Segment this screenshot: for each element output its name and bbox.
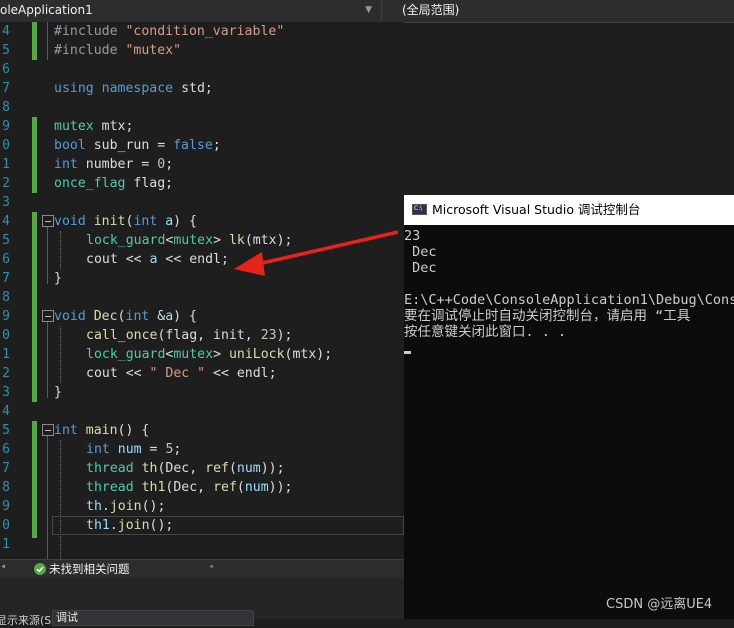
line-number: 7: [2, 271, 10, 286]
code-line: mutex mtx;: [54, 119, 134, 134]
collapse-icon[interactable]: [42, 215, 54, 227]
code-line: lock_guard<mutex> uniLock(mtx);: [86, 347, 333, 362]
outline-guide: [47, 22, 48, 60]
scope-dropdown[interactable]: (全局范围): [381, 0, 734, 21]
code-line: void Dec(int &a) {: [54, 309, 197, 324]
code-line: using namespace std;: [54, 81, 213, 96]
code-line: }: [54, 385, 62, 400]
navigation-bar: oleApplication1 ▼ (全局范围): [0, 0, 734, 23]
code-line: call_once(flag, init, 23);: [86, 328, 293, 343]
outline-guide: [47, 322, 48, 398]
line-number: 5: [2, 233, 10, 248]
change-bar: [32, 117, 37, 193]
line-number: 8: [2, 290, 10, 305]
change-bar: [32, 421, 37, 538]
code-line: }: [54, 271, 62, 286]
indent-guide: [60, 231, 61, 269]
change-bar: [32, 212, 37, 307]
debug-console-window[interactable]: C:\ Microsoft Visual Studio 调试控制台 23 Dec…: [404, 195, 734, 619]
code-line: bool sub_run = false;: [54, 138, 221, 153]
line-number: 6: [2, 442, 10, 457]
code-line: thread th1(Dec, ref(num));: [86, 480, 293, 495]
console-cursor: [404, 351, 411, 354]
outline-guide: [47, 436, 48, 559]
code-line: void init(int a) {: [54, 214, 197, 229]
line-number: 9: [2, 119, 10, 134]
project-dropdown-label: oleApplication1: [0, 3, 93, 17]
chevron-down-icon: ▼: [365, 5, 372, 15]
scope-dropdown-label: (全局范围): [402, 3, 460, 17]
line-number: 6: [2, 62, 10, 77]
console-title: Microsoft Visual Studio 调试控制台: [432, 202, 641, 217]
line-number: 0: [2, 328, 10, 343]
project-dropdown[interactable]: oleApplication1 ▼: [0, 0, 378, 21]
outline-guide: [47, 227, 48, 284]
console-output-line: 按任意键关闭此窗口. . .: [404, 324, 567, 340]
line-number: 1: [2, 537, 10, 552]
console-title-bar[interactable]: C:\ Microsoft Visual Studio 调试控制台: [404, 195, 734, 225]
line-number: 0: [2, 518, 10, 533]
code-editor[interactable]: 4 5 6 7 8 9 0 1 2 3 4 5 6 7 8 9 0 1 2 3 4 5 6 7 8 9 0 1 #include "c…: [0, 22, 404, 559]
line-number: 7: [2, 81, 10, 96]
code-line: int main() {: [54, 423, 150, 438]
code-line: #include "mutex": [54, 43, 182, 58]
line-number: 9: [2, 499, 10, 514]
console-output-line: Dec: [404, 244, 437, 260]
source-label: 显示来源(S):: [0, 614, 60, 627]
code-line: th1.join();: [86, 518, 174, 533]
console-output-line: 23: [404, 228, 421, 244]
change-bar: [32, 22, 37, 60]
line-number: 2: [2, 176, 10, 191]
scroll-left-icon[interactable]: ◂: [208, 561, 214, 572]
code-line: int num = 5;: [86, 442, 182, 457]
line-number: 4: [2, 214, 10, 229]
issues-text: 未找到相关问题: [49, 562, 130, 576]
line-number: 0: [2, 138, 10, 153]
change-bar: [32, 307, 37, 402]
source-dropdown-value: 调试: [56, 611, 78, 624]
console-output-line: E:\C++Code\ConsoleApplication1\Debug\Con…: [404, 292, 734, 308]
line-number: 3: [2, 195, 10, 210]
console-app-icon: C:\: [412, 204, 427, 215]
line-number: 5: [2, 43, 10, 58]
line-number: 1: [2, 157, 10, 172]
line-number: 4: [2, 404, 10, 419]
indent-guide: [60, 326, 61, 383]
output-pane: 显示来源(S): 调试: [0, 578, 404, 627]
watermark: CSDN @远离UE4: [606, 597, 713, 612]
status-bar: ◂ 未找到相关问题 ◂: [0, 559, 404, 579]
source-dropdown[interactable]: 调试: [52, 610, 254, 626]
code-line: int number = 0;: [54, 157, 174, 172]
line-number: 4: [2, 24, 10, 39]
line-number: 8: [2, 480, 10, 495]
scroll-left-icon[interactable]: ◂: [0, 561, 6, 572]
line-number: 9: [2, 309, 10, 324]
line-number: 5: [2, 423, 10, 438]
line-number: 1: [2, 347, 10, 362]
line-number: 8: [2, 100, 10, 115]
code-line: once_flag flag;: [54, 176, 174, 191]
line-number: 6: [2, 252, 10, 267]
code-line: thread th(Dec, ref(num));: [86, 461, 285, 476]
code-line: cout << a << endl;: [86, 252, 229, 267]
line-number: 3: [2, 385, 10, 400]
code-line: th.join();: [86, 499, 166, 514]
indent-guide: [60, 440, 61, 559]
line-number: 7: [2, 461, 10, 476]
code-line: lock_guard<mutex> lk(mtx);: [86, 233, 293, 248]
code-line: #include "condition_variable": [54, 24, 285, 39]
check-icon: [34, 563, 46, 575]
collapse-icon[interactable]: [42, 424, 54, 436]
console-output-line: 要在调试停止时自动关闭控制台，请启用 “工具: [404, 308, 691, 324]
code-line: cout << " Dec " << endl;: [86, 366, 277, 381]
line-number: 2: [2, 366, 10, 381]
console-output-line: Dec: [404, 260, 437, 276]
collapse-icon[interactable]: [42, 310, 54, 322]
